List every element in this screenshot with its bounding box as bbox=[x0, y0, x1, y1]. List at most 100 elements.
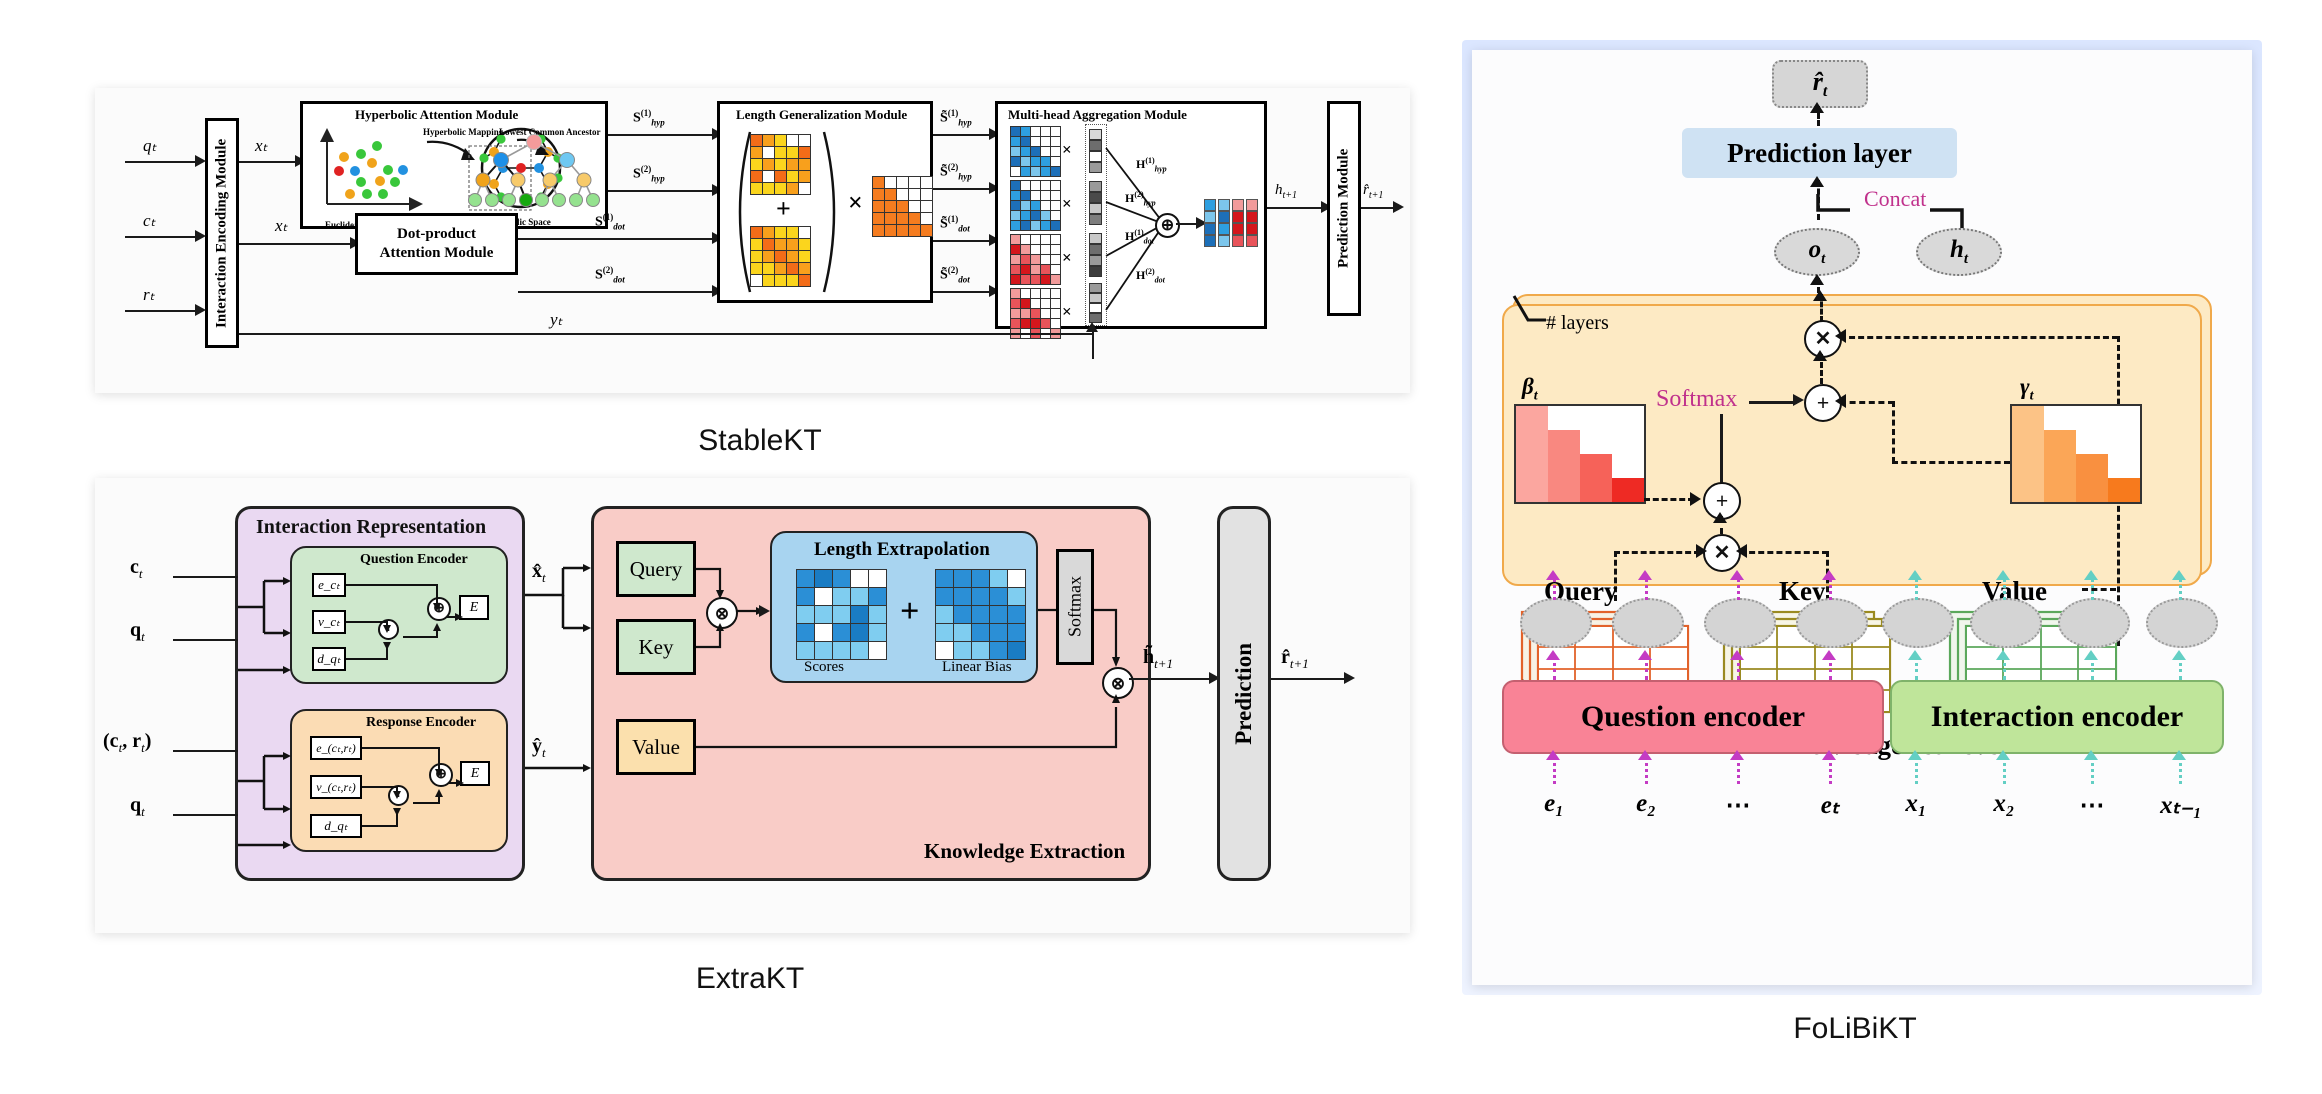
knowledge-extraction[interactable]: Knowledge Extraction Query Key Value ⊗ L… bbox=[591, 506, 1151, 881]
ctrt-input-line bbox=[173, 750, 238, 752]
query-to-lowmul-arrow bbox=[1696, 544, 1707, 558]
question-encoder-wires bbox=[346, 584, 463, 660]
scores-matrix bbox=[796, 569, 887, 660]
tealarrow-up-4 bbox=[2172, 570, 2186, 580]
h-hyp2-sub: hyp bbox=[1143, 198, 1156, 208]
concat-label: Concat bbox=[1864, 186, 1927, 211]
o-t-node: ot bbox=[1774, 228, 1860, 276]
s-dot1-sup: (1) bbox=[602, 212, 614, 222]
value-box[interactable]: Value bbox=[616, 719, 696, 775]
key-to-lowmul-line bbox=[1740, 551, 1828, 554]
input-x1: x₁ bbox=[1905, 790, 1927, 817]
st-dot2-sub: dot bbox=[958, 274, 970, 285]
st-dot2-base: S̃ bbox=[940, 267, 948, 283]
embedding-nodes-row bbox=[1472, 598, 2252, 652]
rhat-t-base: r̂ bbox=[1812, 66, 1823, 96]
dot-product-attention-module[interactable]: Dot-product Attention Module bbox=[355, 213, 518, 275]
s-hyp1-line bbox=[608, 134, 716, 136]
stablekt-prediction-label: Prediction Module bbox=[1335, 148, 1352, 269]
st-hyp1-sup: (1) bbox=[947, 108, 959, 118]
h-next-label: ht+1 bbox=[1275, 182, 1297, 201]
tealarrow-in-1 bbox=[1908, 750, 1922, 760]
tealline-in-2 bbox=[2003, 756, 2006, 784]
query-to-lowmul-line bbox=[1614, 551, 1700, 554]
att-matrix-hyp2 bbox=[1010, 180, 1061, 231]
folibikt-caption: FoLiBiKT bbox=[1793, 1012, 1917, 1045]
pinkarrow-in-3 bbox=[1730, 750, 1744, 760]
o-t-sub: t bbox=[1821, 251, 1826, 267]
beta-sub: t bbox=[1533, 388, 1538, 404]
s-dot1-base: S bbox=[595, 214, 603, 230]
qt-input-line-2 bbox=[173, 814, 238, 816]
softmax-down-line bbox=[1720, 414, 1723, 484]
euclidean-space-plot bbox=[320, 128, 423, 211]
s-hyp2-base: S bbox=[633, 166, 641, 182]
pinkarrow-in-1 bbox=[1546, 750, 1560, 760]
stablekt-panel: Interaction Encoding Module qₜ cₜ rₜ xₜ … bbox=[95, 88, 1410, 393]
scores-label: Scores bbox=[804, 659, 844, 675]
interaction-encoding-module[interactable]: Interaction Encoding Module bbox=[205, 118, 239, 348]
key-box[interactable]: Key bbox=[616, 619, 696, 675]
plus-glyph-lower: + bbox=[1715, 488, 1729, 513]
tealarrow-in-3 bbox=[2084, 750, 2098, 760]
xt-top-label: xₜ bbox=[255, 136, 268, 155]
hyperbolic-title: Hyperbolic Attention Module bbox=[355, 107, 519, 122]
xt-bottom-line bbox=[239, 243, 354, 245]
gamma-base: γ bbox=[2020, 374, 2030, 399]
att-matrix-dot1 bbox=[1010, 234, 1061, 285]
rhat-feed-arrow bbox=[1810, 102, 1824, 113]
r-hat-arrow bbox=[1393, 201, 1404, 213]
node-e3 bbox=[1704, 598, 1776, 648]
question-encoder[interactable]: Question Encoder e_cₜ v_cₜ d_qₜ · ⊕ E bbox=[290, 546, 508, 684]
gamma-to-plus-arrow bbox=[1835, 394, 1846, 408]
hyperbolic-attention-module[interactable]: Hyperbolic Attention Module Euclidean Sp… bbox=[300, 101, 608, 230]
folibikt-panel: r̂t Prediction layer Concat ot ht # laye… bbox=[1472, 50, 2252, 985]
s-dot2-label: S(2)dot bbox=[595, 265, 625, 284]
st-hyp1-sub: hyp bbox=[958, 117, 972, 128]
query-label: Query bbox=[629, 556, 683, 581]
input-q-line bbox=[125, 161, 199, 163]
response-encoder[interactable]: Response Encoder e_(cₜ,rₜ) v_(cₜ,rₜ) d_q… bbox=[290, 709, 508, 852]
pinkarrow-up-2 bbox=[1638, 570, 1652, 580]
multihead-times-1: × bbox=[1062, 140, 1072, 159]
node-x2 bbox=[1970, 598, 2042, 648]
interaction-encoder-folibikt[interactable]: Interaction encoder bbox=[1890, 680, 2224, 754]
output-feature-bars bbox=[1204, 199, 1258, 247]
node-e4 bbox=[1796, 598, 1868, 648]
gamma-label: γt bbox=[2020, 374, 2033, 405]
s-dot2-sup: (2) bbox=[602, 265, 614, 275]
st-hyp2-sup: (2) bbox=[947, 162, 959, 172]
prediction-layer[interactable]: Prediction layer bbox=[1682, 128, 1957, 178]
knowledge-retriever[interactable]: # layers ✕ + Softmax + βt γt ✕ Query Key… bbox=[1502, 290, 2202, 760]
plus-lower-arrow bbox=[1713, 512, 1727, 523]
st-dot2-line bbox=[933, 291, 993, 293]
length-extrapolation[interactable]: Length Extrapolation Scores + Linear Bia… bbox=[770, 531, 1038, 683]
input-c-line bbox=[125, 236, 199, 238]
input-c-label: cₜ bbox=[143, 211, 156, 230]
node-x1 bbox=[1882, 598, 1954, 648]
tealarrow-up-3 bbox=[2084, 570, 2098, 580]
multi-head-aggregation-module[interactable]: Multi-head Aggregation Module × × × × H(… bbox=[995, 101, 1267, 339]
tealarrow-enc-2 bbox=[1996, 650, 2010, 660]
plus-glyph-top: + bbox=[1816, 390, 1830, 415]
r-hat-label: r̂t+1 bbox=[1363, 182, 1383, 201]
extrakt-prediction[interactable]: Prediction bbox=[1217, 506, 1271, 881]
key-to-lowmul-arrow bbox=[1736, 544, 1747, 558]
interaction-input-wires bbox=[238, 577, 291, 849]
ctrt-input-label: (ct, rt) bbox=[103, 730, 152, 755]
length-extrapolation-plus: + bbox=[900, 593, 920, 630]
pinkline-in-4 bbox=[1829, 756, 1832, 784]
yt-label: yₜ bbox=[550, 310, 563, 329]
st-hyp1-label: S̃(1)hyp bbox=[940, 108, 972, 127]
layers-label: # layers bbox=[1546, 312, 1609, 334]
pinkline-in-1 bbox=[1553, 756, 1556, 784]
query-box[interactable]: Query bbox=[616, 541, 696, 597]
length-generalization-module[interactable]: Length Generalization Module + × bbox=[717, 101, 933, 303]
stablekt-prediction-module[interactable]: Prediction Module bbox=[1327, 101, 1361, 316]
question-encoder-folibikt[interactable]: Question encoder bbox=[1502, 680, 1884, 754]
s-dot2-base: S bbox=[595, 267, 603, 283]
st-hyp1-line bbox=[933, 134, 993, 136]
input-xt1: xₜ₋₁ bbox=[2160, 792, 2202, 819]
interaction-representation[interactable]: Interaction Representation Question Enco… bbox=[235, 506, 525, 881]
input-e-ellipsis: ⋯ bbox=[1725, 792, 1751, 819]
